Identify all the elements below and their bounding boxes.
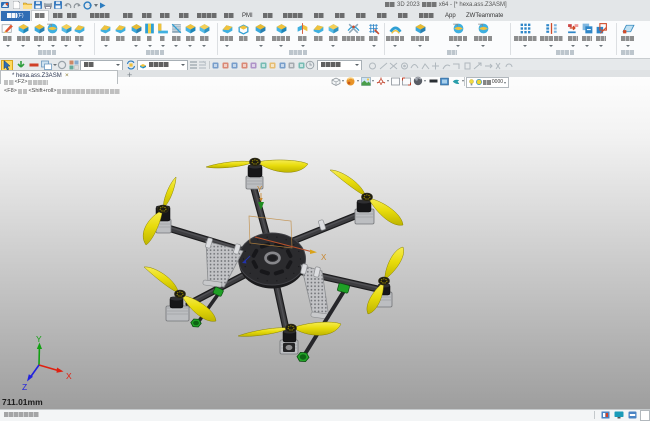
svg-text:Z: Z [22, 382, 27, 392]
svg-text:Y: Y [257, 185, 263, 194]
svg-text:X: X [66, 371, 72, 381]
svg-text:X: X [321, 253, 327, 262]
svg-text:Y: Y [36, 334, 42, 344]
